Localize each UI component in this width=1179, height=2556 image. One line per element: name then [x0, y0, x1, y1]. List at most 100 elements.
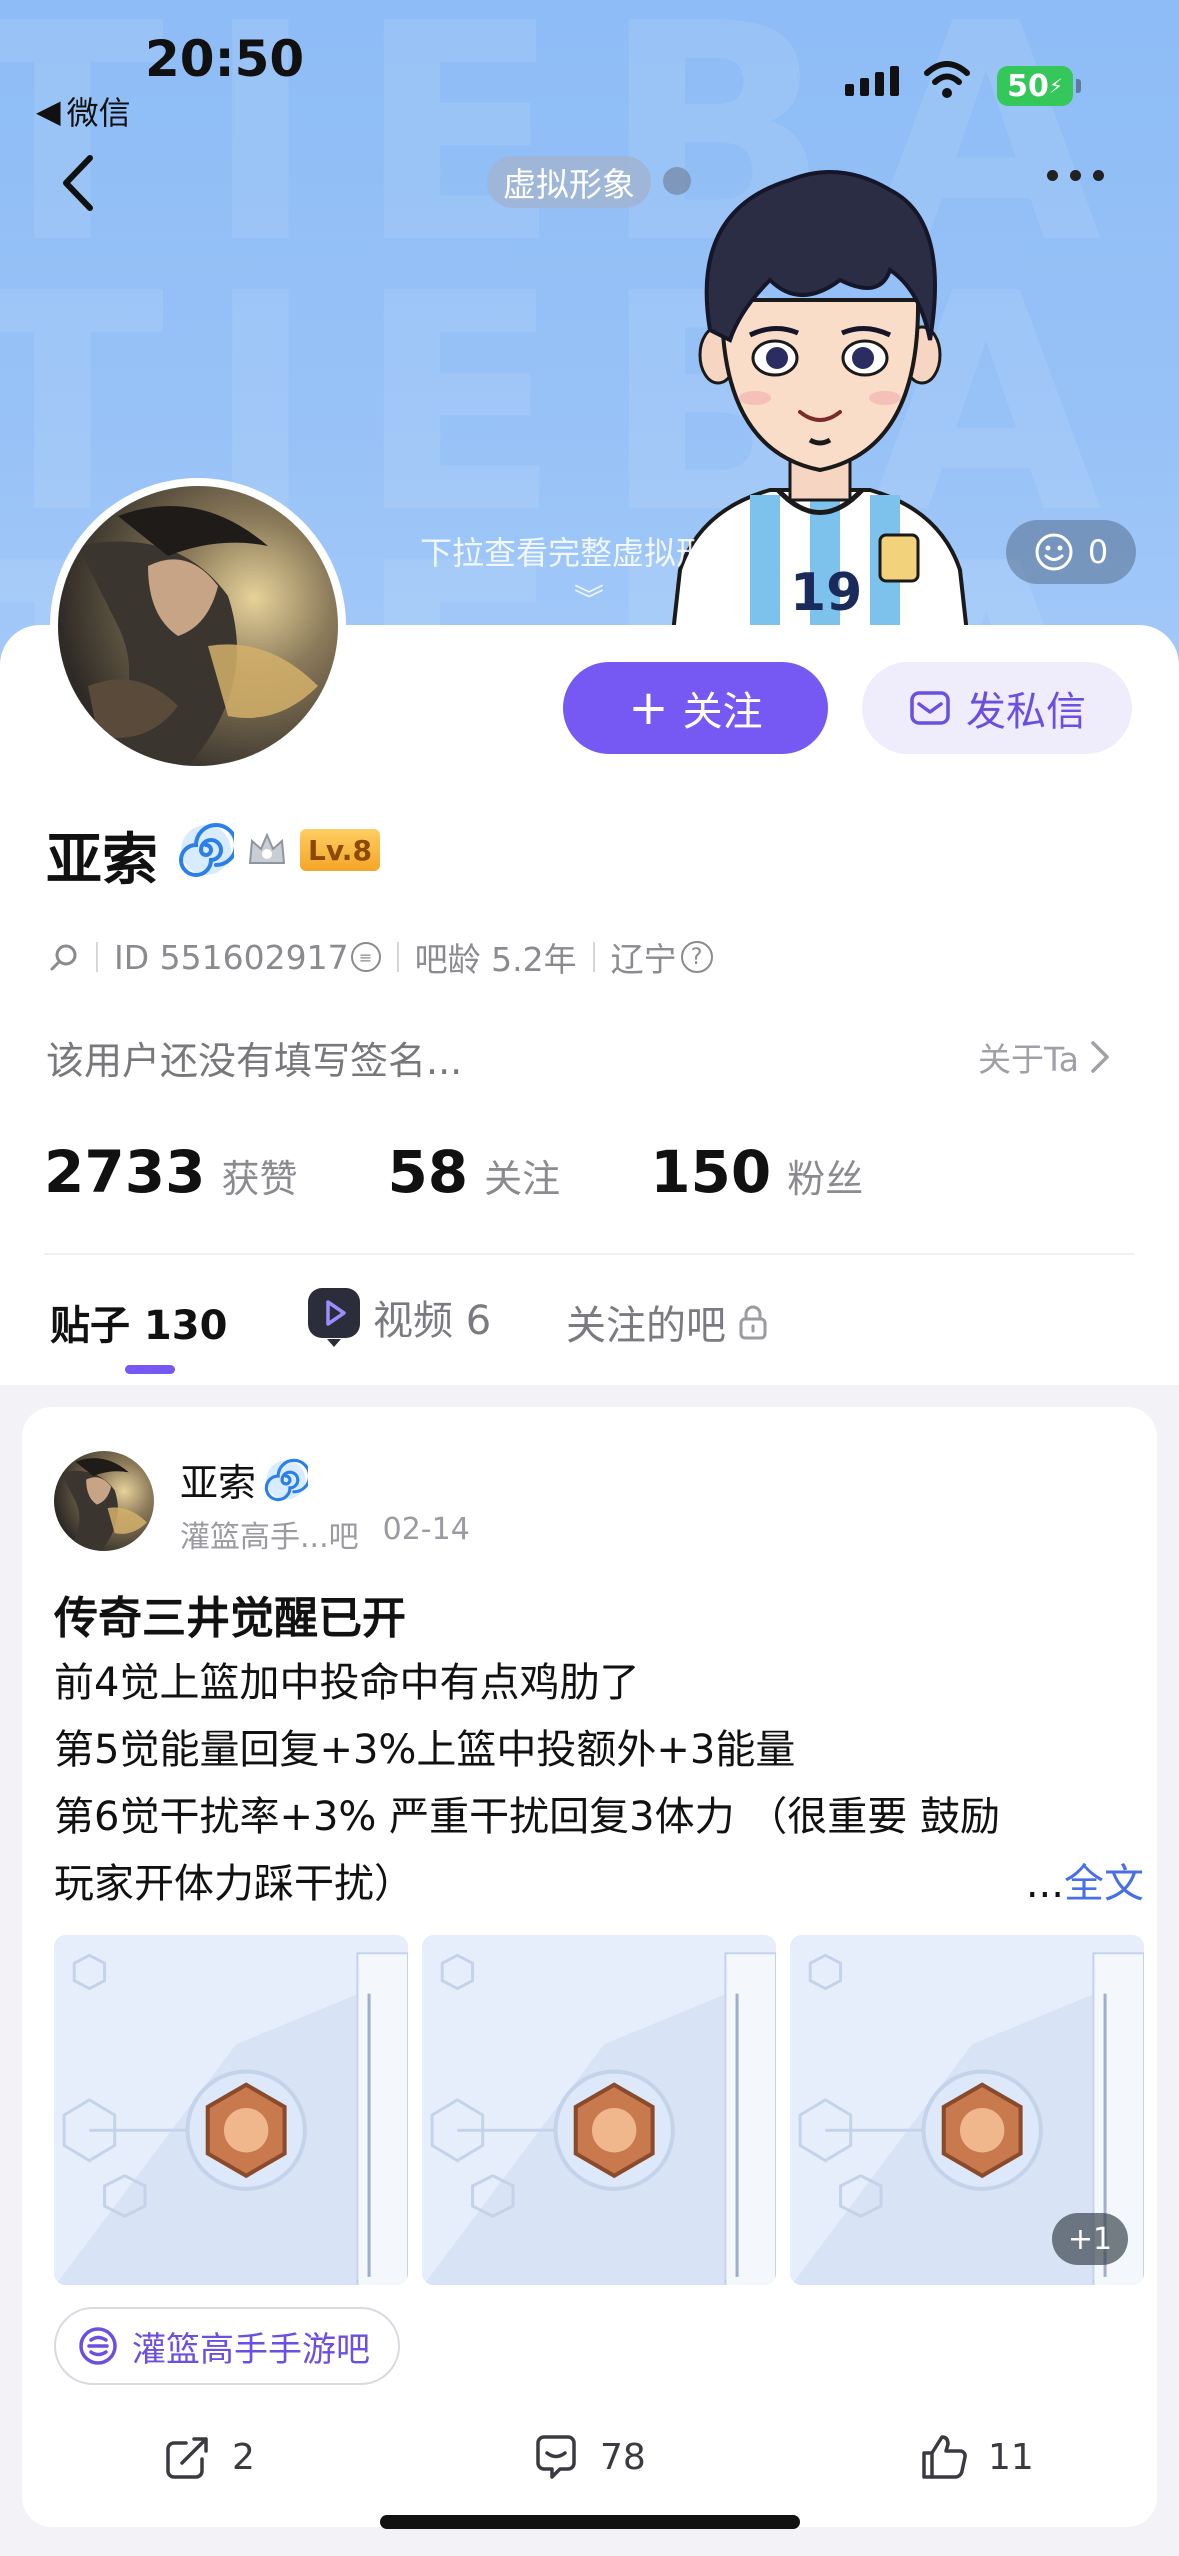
more-images-badge[interactable]: +1 — [1052, 2213, 1128, 2265]
wifi-icon — [924, 61, 970, 98]
send-message-button[interactable]: 发私信 — [862, 662, 1132, 754]
envelope-icon — [910, 691, 950, 725]
meta-divider — [396, 942, 399, 972]
back-icon[interactable] — [50, 148, 110, 218]
post-body: 前4觉上篮加中投命中有点鸡肋了 第5觉能量回复+3%上篮中投额外+3能量 第6觉… — [54, 1650, 1144, 1918]
double-chevron-down-icon: ︾ — [574, 583, 604, 618]
read-more[interactable]: ...全文 — [1026, 1851, 1144, 1918]
tab-followed-bars[interactable]: 关注的吧 — [566, 1293, 770, 1351]
swirl-badge-icon[interactable] — [178, 822, 234, 878]
home-indicator[interactable] — [380, 2515, 800, 2529]
crown-badge-icon[interactable] — [244, 827, 290, 873]
post-line: 玩家开体力踩干扰） — [54, 1861, 414, 1907]
tab-indicator — [125, 1365, 175, 1374]
tab-videos-label: 视频 6 — [373, 1298, 492, 1344]
pull-down-hint: 下拉查看完整虚拟形象 — [420, 534, 741, 572]
post-title: 传奇三井觉醒已开 — [54, 1593, 406, 1644]
avatar-image — [54, 1451, 154, 1551]
back-app-label: 微信 — [66, 94, 131, 132]
message-label: 发私信 — [966, 689, 1086, 735]
post-line: 第5觉能量回复+3%上篮中投额外+3能量 — [54, 1727, 796, 1773]
post-image[interactable] — [422, 1935, 776, 2285]
read-more-link: 全文 — [1064, 1861, 1144, 1907]
search-icon[interactable] — [48, 941, 80, 973]
post-subline: 灌篮高手...吧 02-14 — [180, 1512, 470, 1556]
profile-stats: 2733 获赞 58 关注 150 粉丝 — [44, 1138, 953, 1206]
signature: 该用户还没有填写签名... — [46, 1039, 463, 1083]
post-date: 02-14 — [382, 1512, 470, 1547]
back-triangle-icon: ◀ — [36, 92, 61, 130]
follow-label: 关注 — [682, 689, 763, 735]
tab-posts[interactable]: 贴子 130 — [50, 1293, 227, 1351]
stat-number: 58 — [387, 1138, 469, 1206]
help-icon[interactable]: ? — [680, 941, 713, 973]
tieba-logo-icon — [79, 2327, 117, 2365]
avatar-likes-count: 0 — [1087, 533, 1109, 571]
post-images: +1 — [54, 1935, 1144, 2285]
virtual-avatar-figure[interactable]: 19 — [640, 140, 1000, 660]
forum-tag-label: 灌篮高手手游吧 — [132, 2329, 370, 2370]
ellipsis: ... — [1025, 1861, 1064, 1907]
back-to-app[interactable]: ◀ 微信 — [36, 88, 131, 134]
post-card[interactable]: 亚索 灌篮高手...吧 02-14 传奇三井觉醒已开 前4觉上篮加中投命中有点鸡… — [22, 1407, 1157, 2527]
comment-button[interactable]: 78 — [530, 2431, 646, 2483]
virtual-avatar-chip[interactable]: 虚拟形象 — [487, 156, 651, 208]
swirl-badge-icon — [264, 1458, 309, 1501]
post-author-name: 亚索 — [180, 1461, 257, 1505]
tab-videos[interactable]: 视频 6 — [305, 1285, 491, 1349]
stat-label: 关注 — [484, 1157, 561, 1201]
stat-number: 2733 — [44, 1138, 206, 1206]
more-icon[interactable] — [1047, 170, 1104, 181]
follow-button[interactable]: + 关注 — [563, 662, 828, 754]
meta-divider — [96, 942, 98, 972]
avatar[interactable] — [50, 478, 346, 774]
forum-tag[interactable]: 灌篮高手手游吧 — [54, 2307, 400, 2385]
post-image[interactable] — [54, 1935, 408, 2285]
video-play-icon — [308, 1288, 360, 1347]
battery-level: 50 — [1007, 68, 1049, 104]
like-button[interactable]: 11 — [918, 2431, 1034, 2483]
skill-tree-image — [54, 1935, 408, 2285]
like-count: 11 — [988, 2436, 1034, 2478]
level-badge[interactable]: Lv.8 — [300, 829, 380, 871]
signal-icon — [845, 66, 899, 96]
profile-tabs: 贴子 130 视频 6 关注的吧 — [50, 1285, 1150, 1375]
post-image[interactable]: +1 — [790, 1935, 1144, 2285]
comment-count: 78 — [600, 2436, 646, 2478]
stat-label: 粉丝 — [787, 1157, 864, 1201]
user-id: ID 551602917 — [114, 937, 349, 977]
post-author[interactable]: 亚索 — [180, 1452, 309, 1507]
post-forum[interactable]: 灌篮高手...吧 — [180, 1512, 359, 1556]
stat-number: 150 — [650, 1138, 772, 1206]
about-label: 关于Ta — [978, 1040, 1079, 1079]
about-link[interactable]: 关于Ta — [978, 1033, 1111, 1081]
post-line: 前4觉上篮加中投命中有点鸡肋了 — [54, 1660, 640, 1706]
plus-icon: + — [628, 680, 669, 736]
meta-divider — [592, 942, 595, 972]
share-count: 2 — [232, 2436, 255, 2478]
stat-likes[interactable]: 2733 获赞 — [44, 1138, 297, 1206]
profile-meta: ID 551602917 ≡ 吧龄 5.2年 辽宁 ? — [48, 933, 713, 981]
status-bar: 20:50 ◀ 微信 50 ⚡ — [0, 0, 1179, 132]
stat-followers[interactable]: 150 粉丝 — [650, 1138, 863, 1206]
location: 辽宁 — [610, 940, 677, 979]
tab-followed-bars-label: 关注的吧 — [566, 1303, 726, 1349]
tab-posts-label: 贴子 130 — [50, 1303, 228, 1349]
avatar-likes-chip[interactable]: 0 — [1006, 520, 1136, 584]
post-line: 第6觉干扰率+3% 严重干扰回复3体力 （很重要 鼓励 — [54, 1794, 1001, 1840]
copy-id-icon[interactable]: ≡ — [350, 942, 381, 972]
stat-label: 获赞 — [221, 1157, 298, 1201]
username: 亚索 — [46, 828, 158, 893]
post-actions: 2 78 11 — [22, 2417, 1157, 2497]
lock-icon — [739, 1305, 767, 1340]
chevron-right-icon — [1091, 1041, 1109, 1073]
share-button[interactable]: 2 — [162, 2431, 255, 2483]
user-badges: Lv.8 — [178, 822, 380, 878]
stat-following[interactable]: 58 关注 — [387, 1138, 560, 1206]
divider — [44, 1253, 1134, 1255]
tieba-age: 吧龄 5.2年 — [414, 940, 577, 979]
battery-icon: 50 ⚡ — [997, 66, 1081, 106]
smile-icon — [1035, 533, 1073, 571]
post-author-avatar[interactable] — [54, 1451, 154, 1551]
avatar-image — [58, 486, 338, 766]
